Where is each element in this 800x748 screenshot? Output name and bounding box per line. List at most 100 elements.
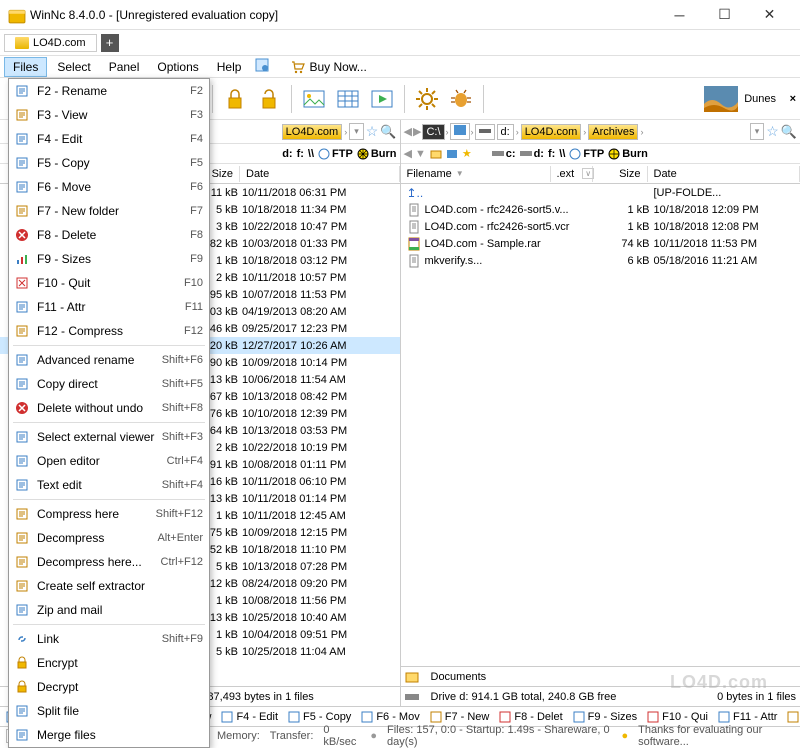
menu-extra-icon[interactable]: [255, 58, 269, 75]
root-seg-icon[interactable]: C:\: [422, 124, 444, 140]
search-icon[interactable]: 🔍: [781, 124, 797, 140]
fkey-f12[interactable]: F12 - Cor: [785, 711, 800, 723]
folder-tab-label: LO4D.com: [33, 37, 86, 49]
favorite-icon[interactable]: ☆: [366, 123, 379, 140]
menu-encrypt[interactable]: Encrypt: [9, 651, 209, 675]
fkey-f8[interactable]: F8 - Delet: [497, 711, 564, 723]
copydirect-icon: [13, 375, 31, 393]
table-row[interactable]: LO4D.com - rfc2426-sort5.v...1 kB10/18/2…: [401, 201, 800, 218]
menu-panel[interactable]: Panel: [101, 58, 148, 76]
toolbar-close-icon[interactable]: ×: [790, 93, 796, 105]
path-seg-archives[interactable]: Archives: [588, 124, 638, 140]
menu-compress[interactable]: F12 - CompressF12: [9, 319, 209, 343]
menu-copydirect[interactable]: Copy directShift+F5: [9, 372, 209, 396]
menu-selextview[interactable]: Select external viewerShift+F3: [9, 425, 209, 449]
nav-fwd-icon[interactable]: ▶: [413, 125, 421, 138]
fkey-f11[interactable]: F11 - Attr: [716, 711, 779, 723]
menu-rename[interactable]: F2 - RenameF2: [9, 79, 209, 103]
path-seg-lo4d[interactable]: LO4D.com: [282, 124, 343, 140]
fkey-f4[interactable]: F4 - Edit: [219, 711, 280, 723]
fkey-f5[interactable]: F5 - Copy: [286, 711, 353, 723]
favorite-icon[interactable]: ☆: [766, 123, 779, 140]
menu-attr[interactable]: F11 - AttrF11: [9, 295, 209, 319]
quit-icon: [13, 274, 31, 292]
menu-selfextract[interactable]: Create self extractor: [9, 574, 209, 598]
menu-view[interactable]: F3 - ViewF3: [9, 103, 209, 127]
gear-icon[interactable]: [413, 85, 441, 113]
fkey-f6[interactable]: F6 - Mov: [359, 711, 421, 723]
fkey-f10[interactable]: F10 - Qui: [645, 711, 710, 723]
menu-sizes[interactable]: F9 - SizesF9: [9, 247, 209, 271]
menu-quit[interactable]: F10 - QuitF10: [9, 271, 209, 295]
minimize-button[interactable]: ─: [657, 0, 702, 30]
col-size[interactable]: Size: [593, 166, 648, 182]
menu-merge[interactable]: Merge files: [9, 723, 209, 747]
menu-compresshere[interactable]: Compress hereShift+F12: [9, 502, 209, 526]
disk-seg-icon[interactable]: [475, 124, 495, 140]
file-icon: [407, 254, 421, 268]
compress-icon: [13, 322, 31, 340]
files-dropdown-menu: F2 - RenameF2F3 - ViewF3F4 - EditF4F5 - …: [8, 78, 210, 748]
menu-zipmail[interactable]: Zip and mail: [9, 598, 209, 622]
file-icon: [407, 237, 421, 251]
nav-back-icon[interactable]: ◀: [404, 125, 412, 138]
favorite-icon[interactable]: ★: [462, 147, 472, 160]
table-row[interactable]: LO4D.com - rfc2426-sort5.vcr1 kB10/18/20…: [401, 218, 800, 235]
menu-splitfile[interactable]: Split file: [9, 699, 209, 723]
add-tab-button[interactable]: +: [101, 34, 119, 52]
lock-open-icon[interactable]: [255, 85, 283, 113]
attr-icon: [13, 298, 31, 316]
up-arrow-icon: ↥..: [407, 186, 424, 200]
play-icon[interactable]: [368, 85, 396, 113]
menu-delete[interactable]: F8 - DeleteF8: [9, 223, 209, 247]
menu-select[interactable]: Select: [49, 58, 98, 76]
drive-d[interactable]: d:: [282, 148, 292, 160]
fkey-f9[interactable]: F9 - Sizes: [571, 711, 640, 723]
menu-textedit[interactable]: Text editShift+F4: [9, 473, 209, 497]
drive-burn[interactable]: Burn: [357, 148, 397, 160]
menu-delete[interactable]: Delete without undoShift+F8: [9, 396, 209, 420]
lock-closed-icon[interactable]: [221, 85, 249, 113]
menu-link[interactable]: LinkShift+F9: [9, 627, 209, 651]
up-folder-row[interactable]: ↥..[UP-FOLDE...: [401, 184, 800, 201]
menu-openeditor[interactable]: Open editorCtrl+F4: [9, 449, 209, 473]
path-seg-lo4d[interactable]: LO4D.com: [521, 124, 582, 140]
drive-f[interactable]: f:: [297, 148, 304, 160]
col-date[interactable]: Date: [240, 166, 400, 182]
col-date[interactable]: Date: [648, 166, 800, 182]
table-icon[interactable]: [334, 85, 362, 113]
theme-dunes[interactable]: Dunes: [704, 86, 776, 112]
menu-copy[interactable]: F5 - CopyF5: [9, 151, 209, 175]
path-seg-d[interactable]: d:: [497, 124, 514, 140]
drive-net[interactable]: \\: [308, 148, 314, 160]
menu-help[interactable]: Help: [209, 58, 250, 76]
col-filename[interactable]: Filename▼: [401, 166, 551, 182]
menu-decompress[interactable]: DecompressAlt+Enter: [9, 526, 209, 550]
folder-tab[interactable]: LO4D.com: [4, 34, 97, 52]
col-ext[interactable]: .ext∨: [551, 166, 593, 182]
menu-options[interactable]: Options: [149, 58, 206, 76]
fkey-f7[interactable]: F7 - New: [428, 711, 492, 723]
theme-dunes-label: Dunes: [744, 93, 776, 105]
table-row[interactable]: mkverify.s...6 kB05/18/2016 11:21 AM: [401, 252, 800, 269]
drive-ftp[interactable]: FTP: [318, 148, 353, 160]
maximize-button[interactable]: ☐: [702, 0, 747, 30]
menubar: Files Select Panel Options Help Buy Now.…: [0, 56, 800, 78]
table-row[interactable]: LO4D.com - Sample.rar74 kB10/11/2018 11:…: [401, 235, 800, 252]
buy-now-button[interactable]: Buy Now...: [291, 60, 366, 74]
image-icon[interactable]: [300, 85, 328, 113]
search-icon[interactable]: 🔍: [380, 124, 396, 140]
menu-decrypt[interactable]: Decrypt: [9, 675, 209, 699]
right-file-list[interactable]: ↥..[UP-FOLDE...LO4D.com - rfc2426-sort5.…: [401, 184, 800, 666]
drive-seg-icon[interactable]: [450, 123, 470, 140]
close-button[interactable]: ✕: [747, 0, 792, 30]
menu-newfolder[interactable]: F7 - New folderF7: [9, 199, 209, 223]
menu-advrename[interactable]: Advanced renameShift+F6: [9, 348, 209, 372]
menu-decompresshere[interactable]: Decompress here...Ctrl+F12: [9, 550, 209, 574]
bug-icon[interactable]: [447, 85, 475, 113]
menu-move[interactable]: F6 - MoveF6: [9, 175, 209, 199]
history-icon[interactable]: [430, 148, 442, 160]
nav-up-icon[interactable]: ◀ ▼: [404, 147, 426, 160]
menu-files[interactable]: Files: [4, 57, 47, 77]
menu-edit[interactable]: F4 - EditF4: [9, 127, 209, 151]
